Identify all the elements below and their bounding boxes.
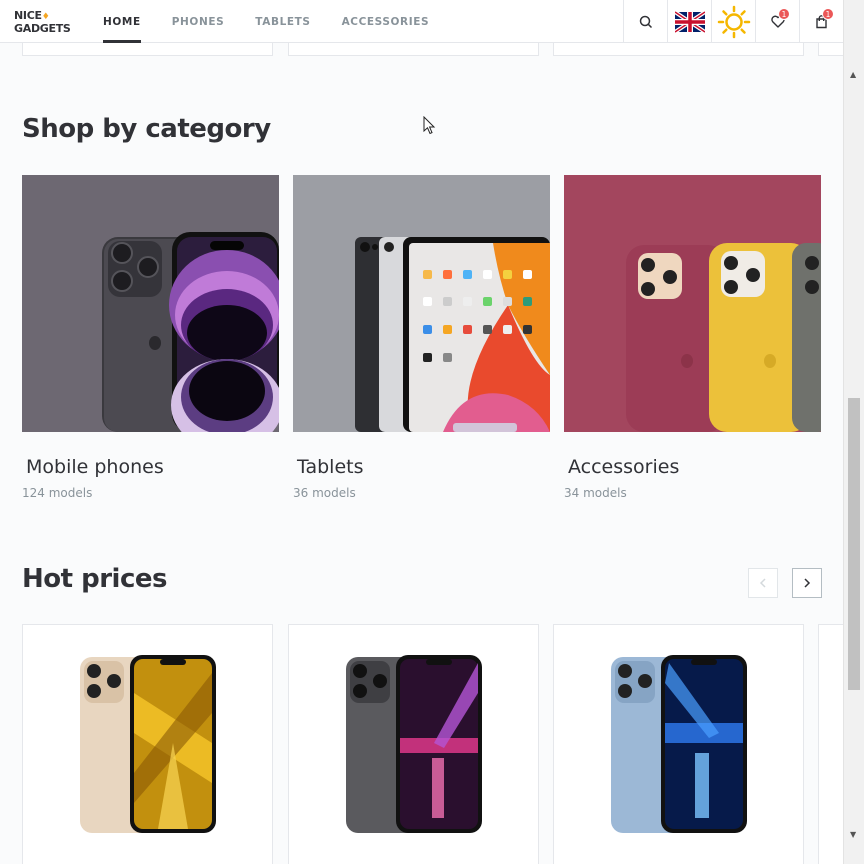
- mouse-cursor-icon: [423, 116, 436, 135]
- chevron-left-icon: [759, 578, 766, 588]
- nav-phones[interactable]: PHONES: [158, 0, 239, 43]
- header: NICE♦ GADGETS HOME PHONES TABLETS ACCESS…: [0, 0, 843, 43]
- chevron-right-icon: [804, 578, 811, 588]
- category-count: 34 models: [564, 486, 627, 500]
- category-name: Accessories: [568, 456, 680, 478]
- main-nav: HOME PHONES TABLETS ACCESSORIES: [86, 0, 446, 43]
- sun-theme-icon: [717, 5, 750, 38]
- slider-next-button[interactable]: [792, 568, 822, 598]
- logo[interactable]: NICE♦ GADGETS: [0, 0, 86, 42]
- nav-home[interactable]: HOME: [86, 0, 155, 43]
- scrollbar-thumb[interactable]: [848, 398, 860, 690]
- section-title-hot-prices: Hot prices: [22, 564, 167, 594]
- category-image-accessories: [564, 175, 821, 432]
- product-image-iphone-gold: [80, 655, 216, 833]
- scroll-down-arrow-icon[interactable]: ▼: [850, 830, 856, 839]
- favourites-count-badge: 1: [778, 8, 790, 20]
- category-count: 36 models: [293, 486, 356, 500]
- header-actions: 1 1: [623, 0, 843, 43]
- product-image-iphone-graphite: [346, 655, 482, 833]
- category-count: 124 models: [22, 486, 93, 500]
- logo-line-2: GADGETS: [14, 22, 71, 35]
- search-button[interactable]: [623, 0, 667, 43]
- page: NICE♦ GADGETS HOME PHONES TABLETS ACCESS…: [0, 0, 864, 864]
- cart-button[interactable]: 1: [799, 0, 843, 43]
- search-icon: [639, 15, 652, 28]
- theme-toggle-button[interactable]: [711, 0, 755, 43]
- category-card-phones[interactable]: Mobile phones 124 models: [22, 175, 279, 500]
- product-card-cut: [553, 43, 804, 56]
- section-title-categories: Shop by category: [22, 114, 271, 144]
- product-image-iphone-sierra-blue: [611, 655, 747, 833]
- product-card[interactable]: [22, 624, 273, 864]
- favourites-button[interactable]: 1: [755, 0, 799, 43]
- category-card-accessories[interactable]: Accessories 34 models: [564, 175, 821, 500]
- scroll-up-arrow-icon[interactable]: ▲: [850, 70, 856, 79]
- product-card-cut: [22, 43, 273, 56]
- product-card[interactable]: [288, 624, 539, 864]
- language-button[interactable]: [667, 0, 711, 43]
- category-image-tablets: [293, 175, 550, 432]
- nav-tablets[interactable]: TABLETS: [241, 0, 324, 43]
- product-card-cut: [288, 43, 539, 56]
- category-name: Mobile phones: [26, 456, 164, 478]
- slider-prev-button[interactable]: [748, 568, 778, 598]
- category-name: Tablets: [297, 456, 364, 478]
- page-scrollbar[interactable]: ▲ ▼: [843, 0, 864, 864]
- category-image-phones: [22, 175, 279, 432]
- nav-accessories[interactable]: ACCESSORIES: [328, 0, 444, 43]
- category-card-tablets[interactable]: Tablets 36 models: [293, 175, 550, 500]
- cart-count-badge: 1: [822, 8, 834, 20]
- uk-flag-icon: [674, 10, 705, 33]
- product-card[interactable]: [553, 624, 804, 864]
